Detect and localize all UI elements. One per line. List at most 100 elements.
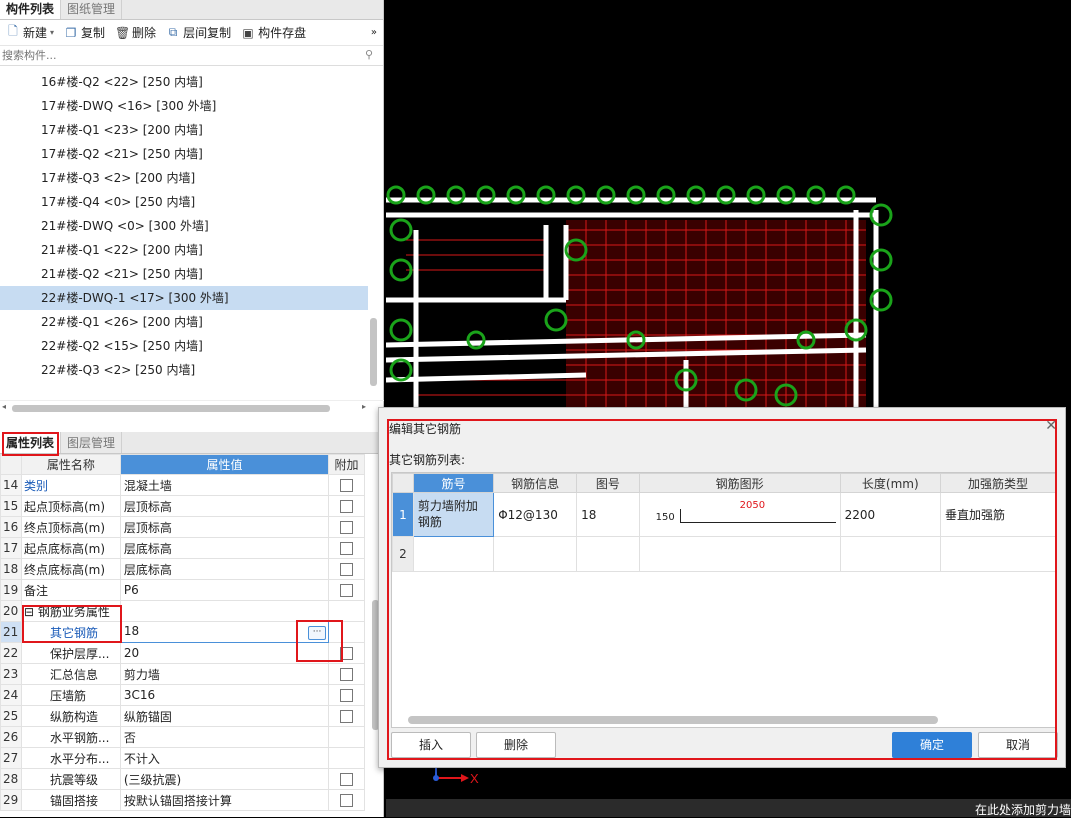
bar-no-cell[interactable] xyxy=(412,536,495,572)
prop-value[interactable]: (三级抗震) xyxy=(119,768,330,790)
list-item[interactable]: 22#楼-Q2 <15> [250 内墙] xyxy=(0,334,384,358)
hscroll-thumb[interactable] xyxy=(12,405,330,412)
prop-value[interactable]: 剪力墙 xyxy=(119,663,330,685)
list-item[interactable]: 21#楼-Q1 <22> [200 内墙] xyxy=(0,238,384,262)
prop-value[interactable]: 层顶标高 xyxy=(119,495,330,517)
col-reinforce-type[interactable]: 加强筋类型 xyxy=(939,473,1057,493)
toolbar-more-button[interactable]: » xyxy=(369,27,379,38)
delete-row-button[interactable]: 删除 xyxy=(476,732,556,758)
table-row[interactable]: 21 其它钢筋 18 ··· xyxy=(0,621,365,643)
table-row[interactable]: 17 起点底标高(m) 层底标高 xyxy=(0,537,365,559)
bar-info-cell[interactable]: Φ12@130 xyxy=(493,492,578,537)
dropdown-arrow-icon[interactable]: ▾ xyxy=(50,28,54,37)
tab-drawing-manage[interactable]: 图纸管理 xyxy=(61,0,123,19)
save-component-button[interactable]: ▣ 构件存盘 xyxy=(239,24,308,41)
prop-value[interactable]: 层底标高 xyxy=(119,537,330,559)
ok-button[interactable]: 确定 xyxy=(892,732,972,758)
attach-checkbox[interactable] xyxy=(340,521,354,534)
cancel-button[interactable]: 取消 xyxy=(978,732,1058,758)
table-row[interactable]: 24 压墙筋 3C16 xyxy=(0,684,365,706)
prop-value[interactable]: 层顶标高 xyxy=(119,516,330,538)
prop-value[interactable]: P6 xyxy=(119,579,330,601)
prop-value[interactable]: 混凝土墙 xyxy=(119,474,330,496)
col-fig-no[interactable]: 图号 xyxy=(576,473,640,493)
bar-shape-cell[interactable]: 150 2050 xyxy=(638,492,841,537)
length-cell[interactable] xyxy=(839,536,941,572)
attach-checkbox[interactable] xyxy=(340,794,354,807)
attach-checkbox[interactable] xyxy=(340,500,354,513)
list-item[interactable]: 17#楼-DWQ <16> [300 外墙] xyxy=(0,94,384,118)
list-item[interactable]: 21#楼-DWQ <0> [300 外墙] xyxy=(0,214,384,238)
delete-button[interactable]: 🗑 删除 xyxy=(113,24,158,41)
reinforce-type-cell[interactable] xyxy=(939,536,1057,572)
table-row[interactable]: 28 抗震等级 (三级抗震) xyxy=(0,768,365,790)
row-number[interactable]: 1 xyxy=(392,492,414,537)
attach-checkbox[interactable] xyxy=(340,773,354,786)
row-number[interactable]: 2 xyxy=(392,536,414,572)
col-bar-no[interactable]: 筋号 xyxy=(412,473,495,493)
prop-value[interactable]: 20 xyxy=(119,642,330,664)
table-row[interactable]: 23 汇总信息 剪力墙 xyxy=(0,663,365,685)
list-item[interactable]: 22#楼-Q1 <26> [200 内墙] xyxy=(0,310,384,334)
fig-no-cell[interactable] xyxy=(576,536,640,572)
attach-checkbox[interactable] xyxy=(340,710,354,723)
prop-value[interactable]: 3C16 xyxy=(119,684,330,706)
bar-no-cell[interactable]: 剪力墙附加钢筋 xyxy=(412,492,495,537)
table-row[interactable]: 26 水平钢筋... 否 xyxy=(0,726,365,748)
grid-hscrollbar[interactable] xyxy=(408,716,938,724)
col-bar-shape[interactable]: 钢筋图形 xyxy=(638,473,841,493)
prop-value[interactable]: 18 ··· xyxy=(119,621,330,643)
new-button[interactable]: 🗋 新建 ▾ xyxy=(4,22,56,43)
list-item[interactable]: 16#楼-Q2 <22> [250 内墙] xyxy=(0,70,384,94)
table-row[interactable]: 14 类别 混凝土墙 xyxy=(0,474,365,496)
attach-checkbox[interactable] xyxy=(340,542,354,555)
prop-value[interactable] xyxy=(119,600,330,622)
attach-checkbox[interactable] xyxy=(340,668,354,681)
tab-property-list[interactable]: 属性列表 xyxy=(0,432,62,453)
list-hscrollbar[interactable]: ◂ ▸ xyxy=(0,400,384,414)
col-bar-info[interactable]: 钢筋信息 xyxy=(493,473,578,493)
attach-checkbox[interactable] xyxy=(340,689,354,702)
insert-button[interactable]: 插入 xyxy=(391,732,471,758)
scroll-right-icon[interactable]: ▸ xyxy=(362,402,366,411)
tab-layer-manage[interactable]: 图层管理 xyxy=(61,432,123,453)
copy-button[interactable]: ❐ 复制 xyxy=(62,24,107,41)
prop-value[interactable]: 按默认锚固搭接计算 xyxy=(119,789,330,811)
list-item[interactable]: 17#楼-Q3 <2> [200 内墙] xyxy=(0,166,384,190)
col-length[interactable]: 长度(mm) xyxy=(839,473,941,493)
list-item[interactable]: 22#楼-Q3 <2> [250 内墙] xyxy=(0,358,384,382)
bar-info-cell[interactable] xyxy=(493,536,578,572)
prop-value[interactable]: 层底标高 xyxy=(119,558,330,580)
prop-value[interactable]: 纵筋锚固 xyxy=(119,705,330,727)
table-row[interactable]: 25 纵筋构造 纵筋锚固 xyxy=(0,705,365,727)
list-item[interactable]: 17#楼-Q2 <21> [250 内墙] xyxy=(0,142,384,166)
table-row[interactable]: 20 ⊟ 钢筋业务属性 xyxy=(0,600,365,622)
fig-no-cell[interactable]: 18 xyxy=(576,492,640,537)
attach-checkbox[interactable] xyxy=(340,479,354,492)
search-input[interactable] xyxy=(0,46,383,65)
prop-value[interactable]: 不计入 xyxy=(119,747,330,769)
attach-checkbox[interactable] xyxy=(340,584,354,597)
close-icon[interactable]: ✕ xyxy=(1045,418,1057,434)
list-item[interactable]: 22#楼-DWQ-1 <17> [300 外墙] xyxy=(0,286,368,310)
bar-shape-cell[interactable] xyxy=(638,536,841,572)
attach-checkbox[interactable] xyxy=(340,647,354,660)
list-vscrollbar[interactable] xyxy=(370,318,377,386)
list-item[interactable]: 17#楼-Q4 <0> [250 内墙] xyxy=(0,190,384,214)
table-row[interactable]: 19 备注 P6 xyxy=(0,579,365,601)
list-item[interactable]: 17#楼-Q1 <23> [200 内墙] xyxy=(0,118,384,142)
tab-component-list[interactable]: 构件列表 xyxy=(0,0,62,19)
list-item[interactable]: 21#楼-Q2 <21> [250 内墙] xyxy=(0,262,384,286)
table-row[interactable]: 1 剪力墙附加钢筋 Φ12@130 18 150 2050 2200 垂直加强筋 xyxy=(392,492,1057,537)
table-row[interactable]: 27 水平分布... 不计入 xyxy=(0,747,365,769)
table-row[interactable]: 22 保护层厚... 20 xyxy=(0,642,365,664)
table-row[interactable]: 16 终点顶标高(m) 层顶标高 xyxy=(0,516,365,538)
ellipsis-button[interactable]: ··· xyxy=(308,626,327,640)
length-cell[interactable]: 2200 xyxy=(839,492,941,537)
table-row[interactable]: 2 xyxy=(392,536,1057,572)
table-row[interactable]: 15 起点顶标高(m) 层顶标高 xyxy=(0,495,365,517)
prop-value[interactable]: 否 xyxy=(119,726,330,748)
search-icon[interactable]: ⚲ xyxy=(365,48,373,61)
table-row[interactable]: 29 锚固搭接 按默认锚固搭接计算 xyxy=(0,789,365,811)
scroll-left-icon[interactable]: ◂ xyxy=(2,402,6,411)
